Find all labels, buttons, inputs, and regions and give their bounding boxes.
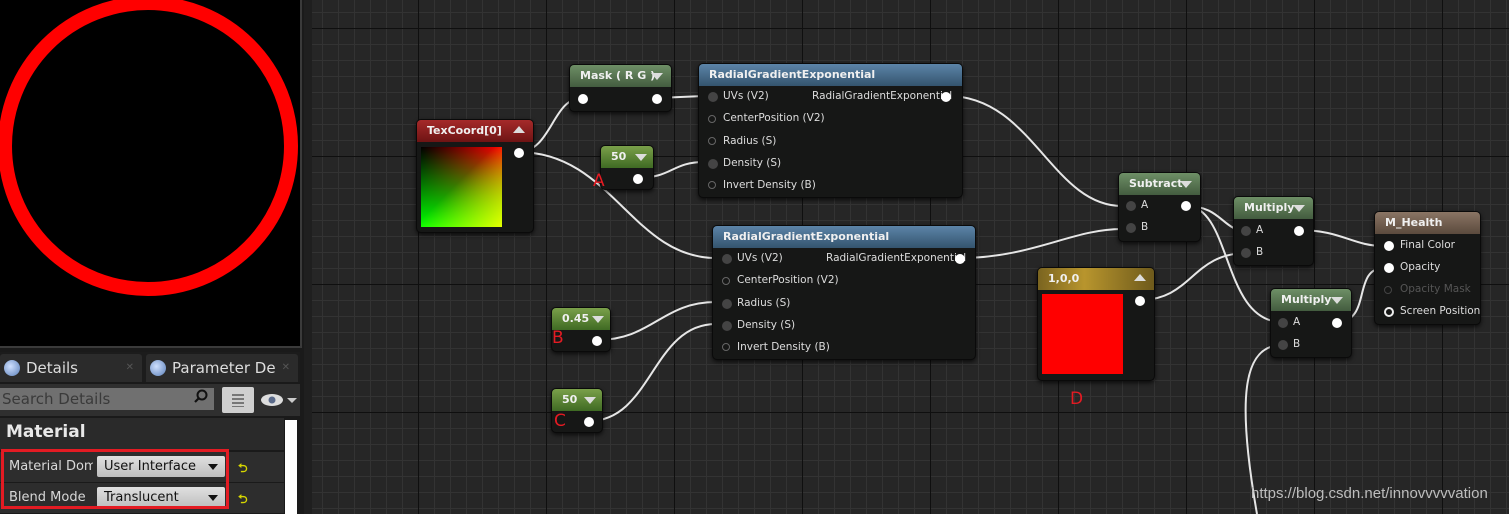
annotation-d: D xyxy=(1070,389,1084,409)
expand-icon[interactable] xyxy=(651,73,663,80)
expand-icon[interactable] xyxy=(1180,181,1192,188)
input-pin[interactable] xyxy=(722,321,732,331)
node-result-m-health[interactable]: M_Health Final Color Opacity Opacity Mas… xyxy=(1374,211,1481,325)
input-pin[interactable] xyxy=(578,94,588,104)
output-pin[interactable] xyxy=(633,174,643,184)
output-pin[interactable] xyxy=(1181,201,1191,211)
output-pin[interactable] xyxy=(955,254,965,264)
node-radial-gradient-2[interactable]: RadialGradientExponential UVs (V2) Cente… xyxy=(712,225,976,360)
expand-icon[interactable] xyxy=(584,397,596,404)
input-pin[interactable] xyxy=(708,159,718,169)
details-scrollbar[interactable] xyxy=(285,420,297,514)
search-icon[interactable] xyxy=(194,389,208,403)
output-pin[interactable] xyxy=(1294,226,1304,236)
wire-color-multiply1 xyxy=(1139,252,1248,301)
preview-ring xyxy=(0,0,298,296)
input-pin[interactable] xyxy=(1126,223,1136,233)
details-search-row: Search Details xyxy=(0,384,300,416)
input-pin[interactable] xyxy=(722,299,732,309)
input-pin[interactable] xyxy=(708,181,716,189)
output-pin[interactable] xyxy=(592,336,602,346)
details-tab-bar: Details ✕ Parameter De ✕ xyxy=(0,352,300,382)
reset-to-default-icon[interactable]: ⮌ xyxy=(238,459,248,480)
annotation-b: B xyxy=(552,328,564,348)
output-pin[interactable] xyxy=(652,94,662,104)
node-multiply-2[interactable]: Multiply A B xyxy=(1270,288,1352,358)
input-pin[interactable] xyxy=(1126,201,1136,211)
info-icon xyxy=(4,360,20,376)
node-constant-vector-color[interactable]: 1,0,0 xyxy=(1037,267,1155,381)
input-pin[interactable] xyxy=(1241,226,1251,236)
output-pin[interactable] xyxy=(941,92,951,102)
wire-rge2-subtract xyxy=(959,228,1123,259)
section-title: Material xyxy=(6,422,86,442)
input-pin[interactable] xyxy=(708,115,716,123)
close-tab-icon[interactable]: ✕ xyxy=(126,354,134,382)
input-pin[interactable] xyxy=(708,137,716,145)
texcoord-preview xyxy=(421,147,502,227)
collapse-icon[interactable] xyxy=(1134,274,1146,281)
left-panel: Details ✕ Parameter De ✕ Search Details … xyxy=(0,0,312,514)
material-section-header[interactable]: Material xyxy=(0,418,284,450)
visibility-eye-icon[interactable] xyxy=(260,392,300,408)
view-options-button[interactable] xyxy=(222,387,254,413)
info-icon xyxy=(150,360,166,376)
input-pin[interactable] xyxy=(722,343,730,351)
input-pin-screen-position[interactable] xyxy=(1384,307,1394,317)
search-details-input[interactable]: Search Details xyxy=(0,388,214,410)
expand-icon[interactable] xyxy=(635,154,647,161)
node-constant-50[interactable]: 50 xyxy=(600,145,654,190)
node-mask-rg[interactable]: Mask ( R G ) xyxy=(569,64,672,112)
node-multiply-1[interactable]: Multiply A B xyxy=(1233,196,1314,266)
close-tab-icon[interactable]: ✕ xyxy=(282,354,290,382)
input-pin-opacity-mask[interactable] xyxy=(1384,286,1392,294)
output-pin[interactable] xyxy=(584,417,594,427)
annotation-a: A xyxy=(593,171,605,191)
collapse-icon[interactable] xyxy=(513,126,525,133)
reset-to-default-icon[interactable]: ⮌ xyxy=(238,490,248,511)
annotation-c: C xyxy=(554,411,566,431)
output-pin[interactable] xyxy=(514,148,524,158)
input-pin[interactable] xyxy=(722,254,732,264)
expand-icon[interactable] xyxy=(592,316,604,323)
material-graph-canvas[interactable]: TexCoord[0] Mask ( R G ) 50 A RadialGrad… xyxy=(312,0,1509,514)
expand-icon[interactable] xyxy=(1331,297,1343,304)
input-pin[interactable] xyxy=(722,277,730,285)
material-preview-viewport[interactable] xyxy=(0,0,302,348)
input-pin[interactable] xyxy=(1278,340,1288,350)
list-view-icon xyxy=(232,394,244,407)
input-pin[interactable] xyxy=(1278,318,1288,328)
input-pin[interactable] xyxy=(708,92,718,102)
wire-rge1-subtract xyxy=(947,95,1123,207)
input-pin[interactable] xyxy=(1241,248,1251,258)
highlight-box xyxy=(1,449,229,509)
output-pin[interactable] xyxy=(1135,296,1145,306)
node-subtract[interactable]: Subtract A B xyxy=(1118,172,1201,242)
input-pin-opacity[interactable] xyxy=(1384,263,1394,273)
output-pin[interactable] xyxy=(1332,318,1342,328)
panel-splitter[interactable] xyxy=(304,0,312,514)
input-pin-final-color[interactable] xyxy=(1384,241,1394,251)
tab-parameter-defaults[interactable]: Parameter De ✕ xyxy=(146,354,298,382)
wire-045-rge2 xyxy=(596,301,717,341)
watermark: https://blog.csdn.net/innovvvvvation xyxy=(1251,485,1488,502)
node-texcoord[interactable]: TexCoord[0] xyxy=(416,119,534,233)
tab-details[interactable]: Details ✕ xyxy=(0,354,142,382)
expand-icon[interactable] xyxy=(1293,205,1305,212)
node-radial-gradient-1[interactable]: RadialGradientExponential UVs (V2) Cente… xyxy=(698,63,963,198)
color-swatch xyxy=(1042,294,1123,374)
